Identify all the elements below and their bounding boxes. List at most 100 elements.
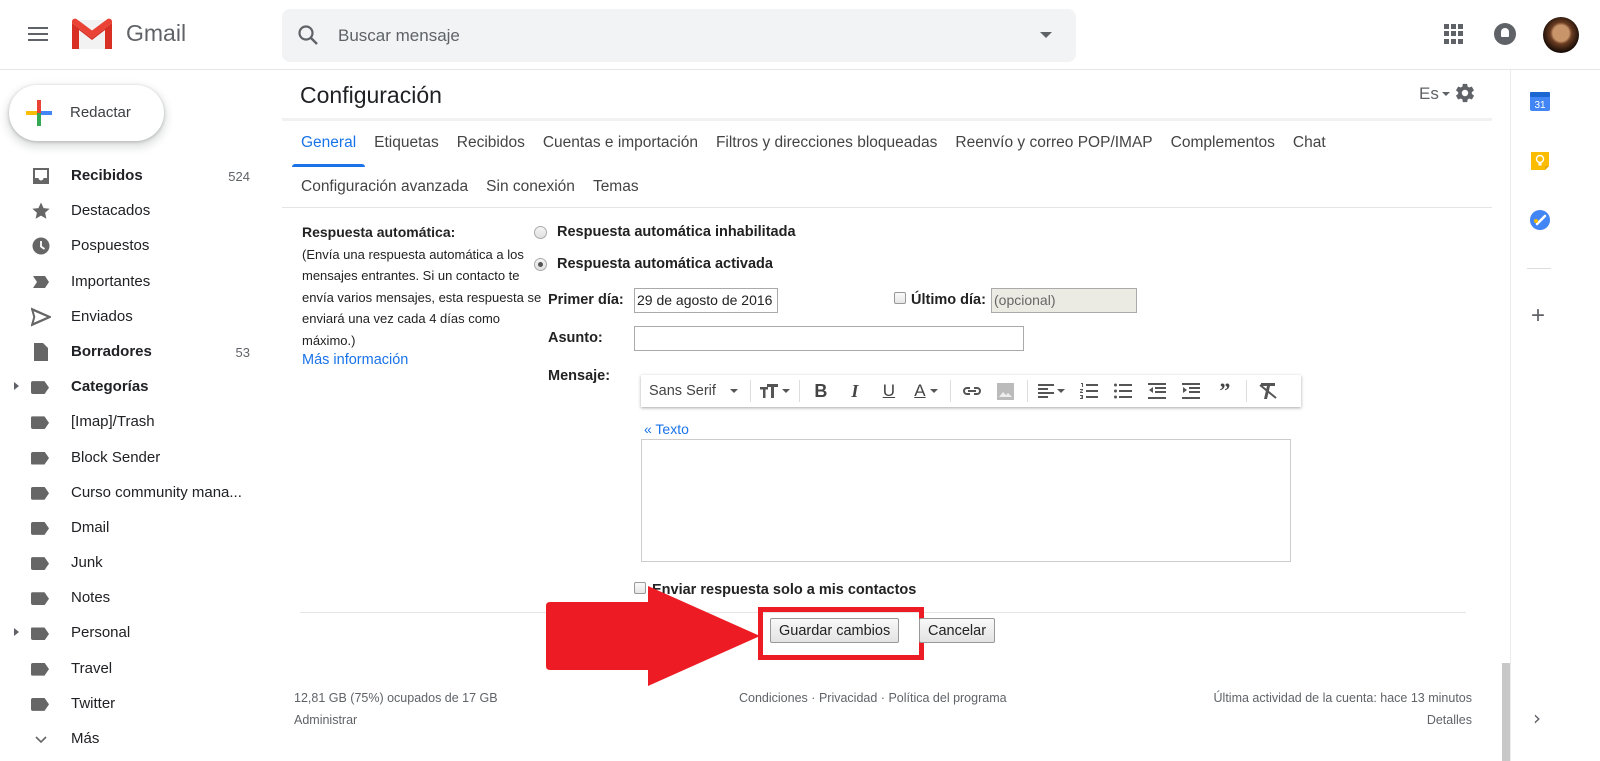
search-input[interactable] bbox=[338, 9, 988, 62]
sidebar-item-label: Recibidos bbox=[71, 167, 143, 184]
tab-sin-conexión[interactable]: Sin conexión bbox=[477, 172, 584, 216]
sidebar-item-destacados[interactable]: Destacados bbox=[0, 193, 270, 228]
search-icon[interactable] bbox=[296, 23, 320, 47]
tab-general[interactable]: General bbox=[292, 128, 366, 172]
cancel-button[interactable]: Cancelar bbox=[919, 618, 996, 643]
tasks-icon[interactable] bbox=[1529, 209, 1551, 231]
label-icon bbox=[31, 483, 51, 503]
label-icon bbox=[31, 588, 51, 608]
text-color-icon: A bbox=[914, 381, 926, 400]
sidebar-item-twitter[interactable]: Twitter bbox=[0, 686, 270, 721]
gear-icon[interactable] bbox=[1454, 82, 1476, 104]
learn-more-link[interactable]: Más información bbox=[302, 350, 542, 372]
message-editor[interactable] bbox=[641, 439, 1291, 562]
font-family-value: Sans Serif bbox=[649, 383, 716, 399]
sidebar-item-label: Dmail bbox=[71, 518, 110, 536]
sidebar-item-label: Enviados bbox=[71, 307, 133, 325]
calendar-icon[interactable]: 31 bbox=[1529, 90, 1551, 112]
sidebar-item-junk[interactable]: Junk bbox=[0, 545, 270, 580]
gmail-logo-icon[interactable] bbox=[70, 17, 114, 51]
sidebar-item-enviados[interactable]: Enviados bbox=[0, 299, 270, 334]
autoreply-off-radio[interactable] bbox=[534, 226, 547, 239]
plain-text-link[interactable]: « Texto bbox=[644, 421, 689, 437]
last-day-label: Último día: bbox=[911, 292, 986, 308]
sidebar-item-borradores[interactable]: Borradores 53 bbox=[0, 334, 270, 369]
sidebar-item-imap-trash[interactable]: [Imap]/Trash bbox=[0, 404, 270, 439]
google-apps-icon[interactable] bbox=[1444, 24, 1464, 44]
scrollbar-track[interactable] bbox=[1500, 70, 1510, 761]
indent-more-button[interactable] bbox=[1174, 375, 1208, 407]
first-day-input[interactable]: 29 de agosto de 2016 bbox=[634, 288, 778, 313]
terms-link[interactable]: Condiciones bbox=[739, 691, 808, 705]
sidebar-item-notes[interactable]: Notes bbox=[0, 580, 270, 615]
quote-button[interactable]: ” bbox=[1208, 375, 1242, 407]
sidebar-item-importantes[interactable]: Importantes bbox=[0, 264, 270, 299]
font-size-button[interactable] bbox=[755, 375, 795, 407]
separator-dot: · bbox=[880, 691, 885, 705]
manage-storage-link[interactable]: Administrar bbox=[294, 713, 357, 727]
sidebar-item-pospuestos[interactable]: Pospuestos bbox=[0, 228, 270, 263]
sidebar-item-dmail[interactable]: Dmail bbox=[0, 510, 270, 545]
last-day-input[interactable]: (opcional) bbox=[991, 288, 1137, 313]
activity-details-link[interactable]: Detalles bbox=[1427, 713, 1472, 727]
text-color-button[interactable]: A bbox=[906, 375, 946, 407]
remove-formatting-button[interactable] bbox=[1251, 375, 1285, 407]
sidebar-item-block-sender[interactable]: Block Sender bbox=[0, 440, 270, 475]
compose-label: Redactar bbox=[70, 104, 131, 121]
tab-cuentas-e-importación[interactable]: Cuentas e importación bbox=[534, 128, 707, 172]
bold-button[interactable]: B bbox=[804, 375, 838, 407]
subject-input[interactable] bbox=[634, 326, 1024, 351]
insert-image-button[interactable] bbox=[989, 375, 1023, 407]
bulleted-list-icon bbox=[1113, 383, 1132, 399]
indent-less-button[interactable] bbox=[1140, 375, 1174, 407]
input-tools-language[interactable]: Es bbox=[1419, 84, 1439, 104]
privacy-link[interactable]: Privacidad bbox=[819, 691, 877, 705]
tab-etiquetas[interactable]: Etiquetas bbox=[365, 128, 448, 172]
tab-complementos[interactable]: Complementos bbox=[1162, 128, 1284, 172]
tab-filtros-y-direcciones-bloqueadas[interactable]: Filtros y direcciones bloqueadas bbox=[707, 128, 946, 172]
main-menu-button[interactable] bbox=[26, 23, 50, 47]
tab-temas[interactable]: Temas bbox=[584, 172, 648, 216]
expand-panel-chevron-icon[interactable]: › bbox=[1533, 706, 1541, 730]
label-icon bbox=[31, 694, 51, 714]
numbered-list-button[interactable] bbox=[1072, 375, 1106, 407]
sidebar-item-categorías[interactable]: Categorías bbox=[0, 369, 270, 404]
font-family-select[interactable]: Sans Serif bbox=[641, 375, 746, 407]
autoreply-off-label[interactable]: Respuesta automática inhabilitada bbox=[557, 224, 796, 240]
save-changes-button[interactable]: Guardar cambios bbox=[770, 618, 900, 643]
expand-arrow-icon[interactable] bbox=[14, 382, 19, 391]
underline-button[interactable]: U bbox=[872, 375, 906, 407]
autoreply-on-radio[interactable] bbox=[534, 258, 547, 271]
compose-button[interactable]: Redactar bbox=[9, 85, 164, 141]
sidebar-item-curso-community-mana[interactable]: Curso community mana... bbox=[0, 475, 270, 510]
add-addon-plus-icon[interactable]: + bbox=[1531, 304, 1545, 328]
notifications-bell-icon[interactable] bbox=[1494, 23, 1516, 45]
link-button[interactable] bbox=[955, 375, 989, 407]
search-options-dropdown-icon[interactable] bbox=[1040, 32, 1052, 38]
keep-icon[interactable] bbox=[1529, 150, 1551, 172]
scrollbar-thumb[interactable] bbox=[1502, 663, 1510, 761]
autoreply-on-label[interactable]: Respuesta automática activada bbox=[557, 256, 773, 272]
bulleted-list-button[interactable] bbox=[1106, 375, 1140, 407]
language-caret-icon[interactable] bbox=[1442, 92, 1450, 96]
indent-less-icon bbox=[1147, 383, 1166, 399]
tab-reenvío-y-correo-pop-imap[interactable]: Reenvío y correo POP/IMAP bbox=[946, 128, 1161, 172]
top-bar: Gmail bbox=[0, 0, 1600, 70]
last-day-checkbox[interactable] bbox=[894, 292, 906, 304]
expand-arrow-icon[interactable] bbox=[14, 628, 19, 637]
sidebar-item-más[interactable]: Más bbox=[0, 721, 270, 756]
align-button[interactable] bbox=[1032, 375, 1072, 407]
sidebar-item-label: Curso community mana... bbox=[71, 483, 242, 501]
sidebar-item-recibidos[interactable]: Recibidos 524 bbox=[0, 158, 270, 193]
image-icon bbox=[997, 382, 1015, 400]
separator-dot: · bbox=[811, 691, 816, 705]
tab-configuración-avanzada[interactable]: Configuración avanzada bbox=[292, 172, 477, 216]
italic-button[interactable]: I bbox=[838, 375, 872, 407]
tab-chat[interactable]: Chat bbox=[1284, 128, 1335, 172]
account-avatar[interactable] bbox=[1543, 17, 1579, 53]
sidebar-item-label: Borradores bbox=[71, 342, 152, 360]
tab-recibidos[interactable]: Recibidos bbox=[448, 128, 534, 172]
sidebar-item-travel[interactable]: Travel bbox=[0, 651, 270, 686]
sidebar-item-personal[interactable]: Personal bbox=[0, 615, 270, 650]
program-policy-link[interactable]: Política del programa bbox=[888, 691, 1006, 705]
